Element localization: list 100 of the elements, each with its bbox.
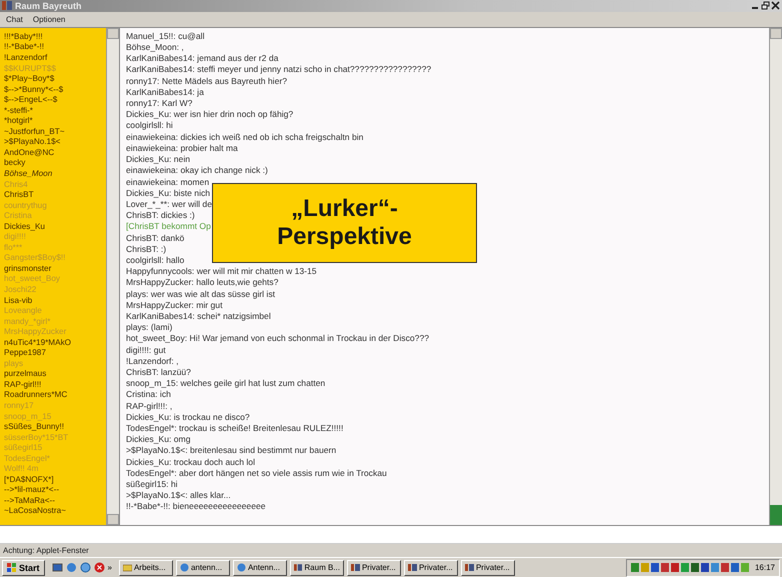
- taskbar-button[interactable]: Arbeits...: [118, 560, 173, 576]
- chat-message: RAP-girl!!!: ,: [126, 400, 172, 412]
- more-chevron[interactable]: »: [108, 563, 112, 572]
- stop-icon[interactable]: [94, 562, 105, 574]
- close-icon[interactable]: [771, 1, 780, 10]
- chat-message: KarlKaniBabes14: jemand aus der r2 da: [126, 53, 278, 64]
- user-name[interactable]: $*Play~Boy*$: [4, 74, 54, 85]
- windows-flag-icon: [7, 563, 17, 572]
- menu-item[interactable]: Optionen: [32, 14, 66, 24]
- tray-icons[interactable]: [630, 562, 749, 574]
- user-name[interactable]: !!-*Babe*-!!: [4, 42, 44, 53]
- app-icon: [2, 1, 12, 10]
- user-name[interactable]: -->*lil-mauz*<--: [4, 485, 60, 496]
- taskbar-button[interactable]: antenn...: [176, 560, 230, 576]
- taskbar-button[interactable]: Privater...: [346, 560, 401, 576]
- chat-message: Dickies_Ku: biste nich: [126, 188, 210, 199]
- browser-icon: [236, 563, 246, 572]
- chat-message: KarlKaniBabes14: steffi meyer und jenny natzi scho in chat?????????????????: [126, 64, 432, 76]
- browser-icon: [180, 563, 189, 572]
- scrollbar[interactable]: [769, 28, 782, 526]
- chat-message: einawiekeina: momen: [126, 176, 210, 188]
- user-name[interactable]: Lisa-vib: [4, 296, 32, 306]
- chat-message: plays: wer was wie alt das süsse girl ist: [126, 288, 276, 300]
- start-button[interactable]: Start: [2, 560, 45, 576]
- taskbar-button[interactable]: Privater...: [460, 560, 515, 576]
- chat-message: MrsHappyZucker: hallo leuts,wie gehts?: [126, 277, 278, 289]
- restore-icon[interactable]: [761, 1, 770, 10]
- app-icon: [464, 563, 474, 572]
- caption-text: „Lurker“-: [291, 194, 398, 223]
- chat-message: MrsHappyZucker: mir gut: [126, 300, 222, 311]
- window-title: Raum Bayreuth: [15, 0, 82, 11]
- chat-message: Dickies_Ku: wer isn hier drin noch op fähig?: [126, 109, 294, 120]
- menu-item[interactable]: Chat: [6, 14, 23, 24]
- chat-message: ronny17: Nette Mädels aus Bayreuth hier?: [126, 76, 287, 87]
- user-name[interactable]: ChrisBT: [4, 190, 34, 201]
- chat-message: KarlKaniBabes14: schei* natzigsimbel: [126, 310, 271, 322]
- chat-message: ChrisBT: lanzüü?: [126, 366, 191, 378]
- user-name[interactable]: RAP-girl!!!: [4, 380, 42, 390]
- chat-message: Dickies_Ku: omg: [126, 434, 190, 446]
- desktop-icon[interactable]: [52, 562, 63, 574]
- chat-message: ChrisBT: :): [126, 244, 166, 255]
- chat-message: TodesEngel*: trockau is scheiße! Breitenlesau RULEZ!!!!!: [126, 422, 344, 434]
- chat-message: hot_sweet_Boy: Hi! War jemand von euch schonmal in Trockau in der Disco???: [126, 333, 430, 345]
- user-name[interactable]: AndOne@NC: [4, 148, 54, 158]
- user-name[interactable]: becky: [4, 158, 26, 169]
- chat-message: Manuel_15!!: cu@all: [126, 30, 204, 42]
- user-name[interactable]: !!!*Baby*!!!: [4, 32, 43, 42]
- scrollbar[interactable]: [106, 28, 119, 526]
- user-name[interactable]: Roadrunners*MC: [4, 390, 68, 401]
- chat-message: einawiekeina: probier halt ma: [126, 142, 238, 154]
- user-name[interactable]: n4uTic4*19*MAkO: [4, 338, 72, 348]
- chat-message: Dickies_Ku: nein: [126, 154, 190, 166]
- globe-icon[interactable]: [80, 562, 91, 574]
- chat-message: !Lanzendorf: ,: [126, 356, 179, 367]
- message-field[interactable]: [0, 525, 782, 544]
- status-text: Achtung: Applet-Fenster: [2, 545, 90, 558]
- user-name[interactable]: !Lanzendorf: [4, 52, 48, 64]
- chat-message: coolgirlsll: hallo: [126, 254, 184, 266]
- user-name[interactable]: Dickies_Ku: [4, 222, 45, 232]
- chat-message: snoop_m_15: welches geile girl hat lust zum chatten: [126, 378, 326, 390]
- chat-message: plays: (lami): [126, 322, 172, 334]
- user-name[interactable]: grinsmonster: [4, 264, 52, 274]
- caption-text: Perspektive: [277, 222, 412, 251]
- chat-message: Cristina: ich: [126, 389, 171, 401]
- folder-icon: [122, 563, 132, 572]
- clock: 16:17: [754, 563, 775, 572]
- user-name[interactable]: $-->EngeL<--$: [4, 95, 58, 106]
- chat-message: !!-*Babe*-!!: bieneeeeeeeeeeeeeeee: [126, 501, 266, 513]
- chat-message: Böhse_Moon: ,: [126, 42, 184, 54]
- user-name[interactable]: *hotgirl*: [4, 116, 33, 127]
- user-name[interactable]: sSüßes_Bunny!!: [4, 422, 64, 433]
- user-name[interactable]: purzelmaus: [4, 369, 46, 380]
- chat-message: >$PlayaNo.1$<: alles klar...: [126, 490, 231, 502]
- user-name[interactable]: -->TaMaRa<--: [4, 496, 55, 506]
- chat-message: Dickies_Ku: is trockau ne disco?: [126, 412, 250, 423]
- chat-message: TodesEngel*: aber dort hängen net so viele assis rum wie in Trockau: [126, 468, 387, 479]
- chat-message: süßegirl15: hi: [126, 478, 178, 490]
- user-name[interactable]: $-->*Bunny*<--$: [4, 84, 64, 96]
- user-name[interactable]: ~LaCosaNostra~: [4, 506, 66, 518]
- chat-message: >$PlayaNo.1$<: breitenlesau sind bestimmt nur bauern: [126, 445, 336, 457]
- taskbar-button[interactable]: Raum B...: [290, 560, 344, 576]
- user-name[interactable]: Böhse_Moon: [4, 168, 52, 180]
- taskbar-button[interactable]: Privater...: [404, 560, 458, 576]
- browser-icon[interactable]: [66, 562, 77, 574]
- user-name[interactable]: >$PlayaNo.1$<: [4, 137, 60, 148]
- chat-message: [ChrisBT bekommt Op: [126, 221, 211, 233]
- chat-message: digi!!!!: gut: [126, 344, 166, 356]
- user-name[interactable]: Peppe1987: [4, 348, 46, 359]
- taskbar-button[interactable]: Antenn...: [232, 560, 287, 576]
- user-name[interactable]: ~Justforfun_BT~: [4, 126, 65, 138]
- user-name[interactable]: *-steffi-*: [4, 106, 33, 116]
- chat-message: ChrisBT: dickies :): [126, 210, 195, 222]
- chat-message: KarlKaniBabes14: ja: [126, 86, 204, 98]
- app-icon: [294, 563, 302, 572]
- chat-message: Lover_*_**: wer will de: [126, 198, 212, 210]
- chat-message: einawiekeina: okay ich change nick :): [126, 165, 268, 176]
- chat-message: einawiekeina: dickies ich weiß ned ob ich scha freigschaltn bin: [126, 132, 364, 143]
- chat-message: ChrisBT: dankö: [126, 232, 184, 244]
- chat-message: Happyfunnycools: wer will mit mir chatten w 13-15: [126, 266, 317, 278]
- user-name[interactable]: [*DA$NOFX*]: [4, 474, 54, 486]
